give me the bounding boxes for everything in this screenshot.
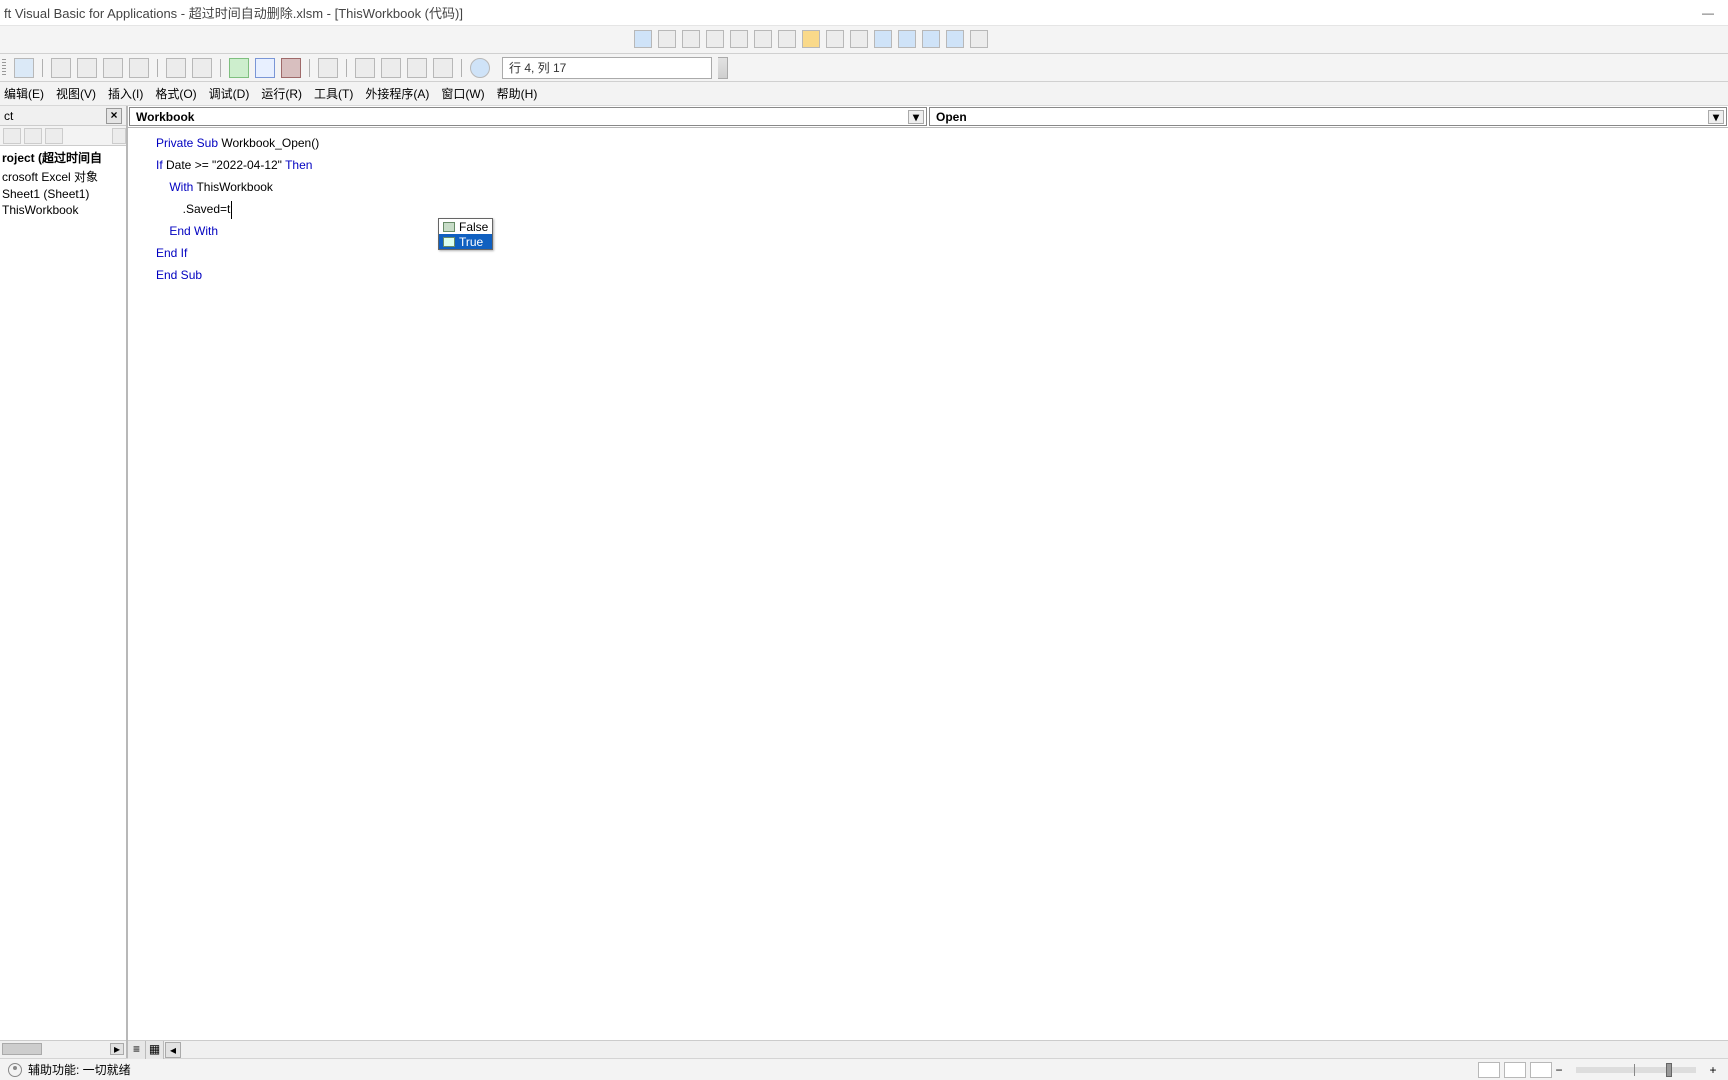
- scroll-right-icon[interactable]: ▸: [110, 1043, 124, 1055]
- menu-edit[interactable]: 编辑(E): [4, 85, 44, 102]
- toolbar-grip[interactable]: [2, 59, 6, 77]
- view-object-icon[interactable]: [24, 128, 42, 144]
- redo-icon[interactable]: [192, 58, 212, 78]
- tree-project[interactable]: roject (超过时间自: [0, 148, 126, 167]
- menu-format[interactable]: 格式(O): [155, 85, 196, 102]
- tool-icon[interactable]: [682, 30, 700, 48]
- scroll-down-icon[interactable]: [112, 128, 126, 144]
- object-dropdown-value: Workbook: [136, 110, 194, 124]
- copy-icon[interactable]: [77, 58, 97, 78]
- zoom-out-icon[interactable]: −: [1552, 1063, 1566, 1077]
- intellisense-item-label: True: [459, 231, 483, 253]
- bookmark-prev-icon[interactable]: [922, 30, 940, 48]
- view-page-break-icon[interactable]: [1530, 1062, 1552, 1078]
- tool-icon[interactable]: [850, 30, 868, 48]
- design-mode-icon[interactable]: [318, 58, 338, 78]
- text-caret: [231, 201, 232, 219]
- menu-addins[interactable]: 外接程序(A): [365, 85, 429, 102]
- accessibility-icon[interactable]: [8, 1063, 22, 1077]
- scroll-left-icon[interactable]: ◂: [165, 1042, 181, 1058]
- tree-folder-excel-objects[interactable]: crosoft Excel 对象: [0, 167, 126, 186]
- project-tree[interactable]: roject (超过时间自 crosoft Excel 对象 Sheet1 (S…: [0, 146, 126, 1040]
- run-icon[interactable]: [229, 58, 249, 78]
- help-icon[interactable]: [470, 58, 490, 78]
- project-hscrollbar[interactable]: ▸: [0, 1040, 126, 1058]
- code-bottom-bar: ≡ ▦ ◂: [128, 1040, 1728, 1058]
- bookmark-next-icon[interactable]: [898, 30, 916, 48]
- break-icon[interactable]: [255, 58, 275, 78]
- toggle-folders-icon[interactable]: [45, 128, 63, 144]
- toolbar-options-icon[interactable]: [970, 30, 988, 48]
- undo-icon[interactable]: [166, 58, 186, 78]
- scrollbar-thumb[interactable]: [2, 1043, 42, 1055]
- code-pane: Workbook ▾ Open ▾ Private Sub Workbook_O…: [127, 106, 1728, 1058]
- bookmark-clear-icon[interactable]: [946, 30, 964, 48]
- tool-icon[interactable]: [634, 30, 652, 48]
- procedure-view-icon[interactable]: ≡: [128, 1041, 146, 1059]
- procedure-dropdown-value: Open: [936, 110, 967, 124]
- procedure-dropdown[interactable]: Open ▾: [929, 107, 1727, 126]
- save-icon[interactable]: [14, 58, 34, 78]
- full-module-view-icon[interactable]: ▦: [146, 1041, 164, 1059]
- constant-icon: [443, 237, 455, 247]
- find-icon[interactable]: [129, 58, 149, 78]
- object-browser-icon[interactable]: [407, 58, 427, 78]
- project-explorer-toolbar: [0, 126, 126, 146]
- minimize-button[interactable]: —: [1702, 6, 1714, 20]
- reset-icon[interactable]: [281, 58, 301, 78]
- close-icon[interactable]: ×: [106, 108, 122, 124]
- tree-item-sheet1[interactable]: Sheet1 (Sheet1): [0, 186, 126, 202]
- menu-tools[interactable]: 工具(T): [314, 85, 353, 102]
- menu-window[interactable]: 窗口(W): [441, 85, 484, 102]
- status-text: 辅助功能: 一切就绪: [28, 1061, 131, 1078]
- project-explorer-icon[interactable]: [355, 58, 375, 78]
- paste-icon[interactable]: [103, 58, 123, 78]
- standard-toolbar: 行 4, 列 17: [0, 54, 1728, 82]
- intellisense-popup[interactable]: False True: [438, 218, 493, 250]
- title-bar: ft Visual Basic for Applications - 超过时间自…: [0, 0, 1728, 26]
- tool-icon[interactable]: [826, 30, 844, 48]
- window-controls: —: [1702, 6, 1728, 20]
- cursor-position-text: 行 4, 列 17: [509, 59, 566, 76]
- outdent-icon[interactable]: [754, 30, 772, 48]
- format-toolbar: [0, 26, 1728, 54]
- project-explorer-title: ct ×: [0, 106, 126, 126]
- bookmark-icon[interactable]: [874, 30, 892, 48]
- toolbar-options-icon[interactable]: [718, 57, 728, 79]
- cursor-position: 行 4, 列 17: [502, 57, 712, 79]
- cut-icon[interactable]: [51, 58, 71, 78]
- chevron-down-icon[interactable]: ▾: [1708, 110, 1724, 124]
- tool-icon[interactable]: [730, 30, 748, 48]
- view-page-layout-icon[interactable]: [1504, 1062, 1526, 1078]
- menu-view[interactable]: 视图(V): [56, 85, 96, 102]
- zoom-slider[interactable]: [1576, 1067, 1696, 1073]
- window-title: ft Visual Basic for Applications - 超过时间自…: [4, 3, 1702, 22]
- toolbox-icon[interactable]: [433, 58, 453, 78]
- menu-help[interactable]: 帮助(H): [497, 85, 538, 102]
- object-dropdown[interactable]: Workbook ▾: [129, 107, 927, 126]
- code-editor[interactable]: Private Sub Workbook_Open() If Date >= "…: [128, 128, 1728, 1040]
- indent-icon[interactable]: [778, 30, 796, 48]
- zoom-slider-handle[interactable]: [1666, 1063, 1672, 1077]
- tree-item-thisworkbook[interactable]: ThisWorkbook: [0, 202, 126, 218]
- chevron-down-icon[interactable]: ▾: [908, 110, 924, 124]
- menu-insert[interactable]: 插入(I): [108, 85, 143, 102]
- status-bar: 辅助功能: 一切就绪 − +: [0, 1058, 1728, 1080]
- menu-debug[interactable]: 调试(D): [209, 85, 250, 102]
- view-code-icon[interactable]: [3, 128, 21, 144]
- tool-icon[interactable]: [658, 30, 676, 48]
- project-explorer: ct × roject (超过时间自 crosoft Excel 对象 Shee…: [0, 106, 127, 1058]
- constant-icon: [443, 222, 455, 232]
- properties-icon[interactable]: [381, 58, 401, 78]
- breakpoint-icon[interactable]: [802, 30, 820, 48]
- menu-run[interactable]: 运行(R): [261, 85, 302, 102]
- zoom-in-icon[interactable]: +: [1706, 1063, 1720, 1077]
- tool-icon[interactable]: [706, 30, 724, 48]
- view-normal-icon[interactable]: [1478, 1062, 1500, 1078]
- project-explorer-title-text: ct: [4, 109, 13, 123]
- menu-bar: 编辑(E) 视图(V) 插入(I) 格式(O) 调试(D) 运行(R) 工具(T…: [0, 82, 1728, 106]
